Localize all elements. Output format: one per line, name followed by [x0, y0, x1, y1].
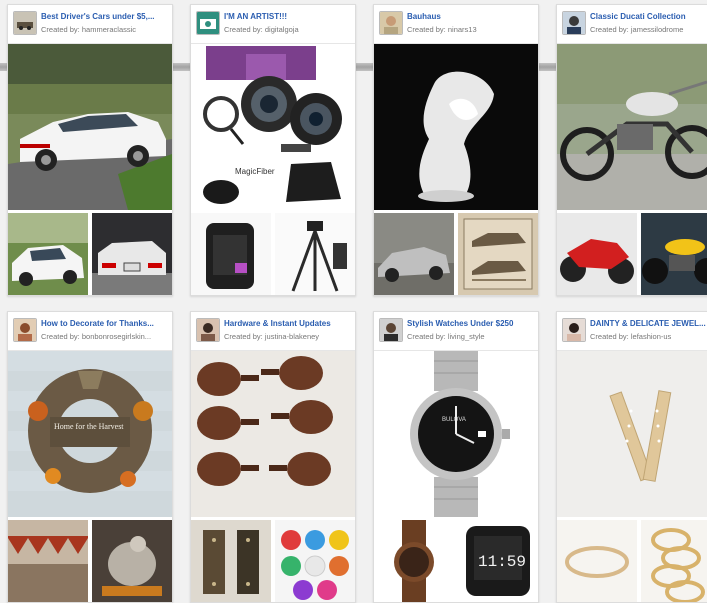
board-thumb[interactable] — [275, 520, 355, 602]
board-thumb[interactable] — [191, 213, 271, 295]
board-title[interactable]: Best Driver's Cars under $5,... — [41, 12, 168, 21]
board-card-cars[interactable]: Best Driver's Cars under $5,... Created … — [7, 4, 173, 296]
board-creator[interactable]: Created by: living_style — [407, 332, 534, 341]
person-avatar-icon[interactable] — [562, 11, 586, 35]
board-creator[interactable]: Created by: hammeraclassic — [41, 25, 168, 34]
lens-brand-label: MagicFiber — [235, 167, 275, 176]
board-thumb[interactable] — [92, 213, 172, 295]
board-header: How to Decorate for Thanks... Created by… — [8, 312, 172, 351]
board-header: Bauhaus Created by: ninars13 — [374, 5, 538, 44]
board-title[interactable]: Stylish Watches Under $250 — [407, 319, 534, 328]
board-title[interactable]: Bauhaus — [407, 12, 534, 21]
board-main-image[interactable] — [8, 44, 172, 210]
board-thumb[interactable] — [8, 213, 88, 295]
board-thumb[interactable] — [641, 520, 707, 602]
board-main-image[interactable] — [191, 351, 355, 517]
digital-watch-time: 11:59 — [478, 553, 526, 571]
board-header: Classic Ducati Collection Created by: ja… — [557, 5, 707, 44]
car-avatar-icon[interactable] — [13, 11, 37, 35]
board-main-image[interactable]: Home for the Harvest — [8, 351, 172, 517]
board-card-hardware[interactable]: Hardware & Instant Updates Created by: j… — [190, 311, 356, 603]
board-thumb[interactable] — [275, 213, 355, 295]
board-thumb[interactable] — [557, 213, 637, 295]
board-header: Best Driver's Cars under $5,... Created … — [8, 5, 172, 44]
board-main-image[interactable] — [557, 351, 707, 517]
board-main-image[interactable]: MagicFiber — [191, 44, 355, 210]
board-thumb[interactable] — [641, 213, 707, 295]
board-thumb[interactable] — [8, 520, 88, 602]
board-header: DAINTY & DELICATE JEWEL... Created by: l… — [557, 312, 707, 351]
board-card-thanksgiving[interactable]: How to Decorate for Thanks... Created by… — [7, 311, 173, 603]
board-creator[interactable]: Created by: lefashion-us — [590, 332, 707, 341]
board-creator[interactable]: Created by: ninars13 — [407, 25, 534, 34]
board-thumb[interactable] — [557, 520, 637, 602]
board-card-artist[interactable]: I'M AN ARTIST!!! Created by: digitalgoja… — [190, 4, 356, 296]
board-header: Hardware & Instant Updates Created by: j… — [191, 312, 355, 351]
person-avatar-icon[interactable] — [13, 318, 37, 342]
board-title[interactable]: I'M AN ARTIST!!! — [224, 12, 351, 21]
board-creator[interactable]: Created by: bonbonrosegirlskin... — [41, 332, 168, 341]
board-card-watches[interactable]: Stylish Watches Under $250 Created by: l… — [373, 311, 539, 603]
board-card-ducati[interactable]: Classic Ducati Collection Created by: ja… — [556, 4, 707, 296]
board-main-image[interactable]: BULOVA — [374, 351, 538, 517]
board-creator[interactable]: Created by: jamessilodrome — [590, 25, 707, 34]
board-title[interactable]: Hardware & Instant Updates — [224, 319, 351, 328]
board-thumb[interactable] — [458, 213, 538, 295]
person-avatar-icon[interactable] — [196, 318, 220, 342]
board-card-bauhaus[interactable]: Bauhaus Created by: ninars13 — [373, 4, 539, 296]
board-title[interactable]: DAINTY & DELICATE JEWEL... — [590, 319, 707, 328]
board-thumb[interactable] — [374, 520, 454, 602]
board-creator[interactable]: Created by: justina-blakeney — [224, 332, 351, 341]
board-creator[interactable]: Created by: digitalgoja — [224, 25, 351, 34]
board-card-jewelry[interactable]: DAINTY & DELICATE JEWEL... Created by: l… — [556, 311, 707, 603]
board-thumb[interactable] — [92, 520, 172, 602]
wreath-sign-text: Home for the Harvest — [54, 422, 124, 431]
board-main-image[interactable] — [557, 44, 707, 210]
person-avatar-icon[interactable] — [562, 318, 586, 342]
person-avatar-icon[interactable] — [379, 11, 403, 35]
board-thumb[interactable]: 11:59 — [458, 520, 538, 602]
board-header: Stylish Watches Under $250 Created by: l… — [374, 312, 538, 351]
board-thumb[interactable] — [374, 213, 454, 295]
person-avatar-icon[interactable] — [379, 318, 403, 342]
board-title[interactable]: Classic Ducati Collection — [590, 12, 707, 21]
board-title[interactable]: How to Decorate for Thanks... — [41, 319, 168, 328]
board-header: I'M AN ARTIST!!! Created by: digitalgoja — [191, 5, 355, 44]
board-main-image[interactable] — [374, 44, 538, 210]
board-thumb[interactable] — [191, 520, 271, 602]
camera-avatar-icon[interactable] — [196, 11, 220, 35]
watch-brand-label: BULOVA — [442, 417, 466, 423]
